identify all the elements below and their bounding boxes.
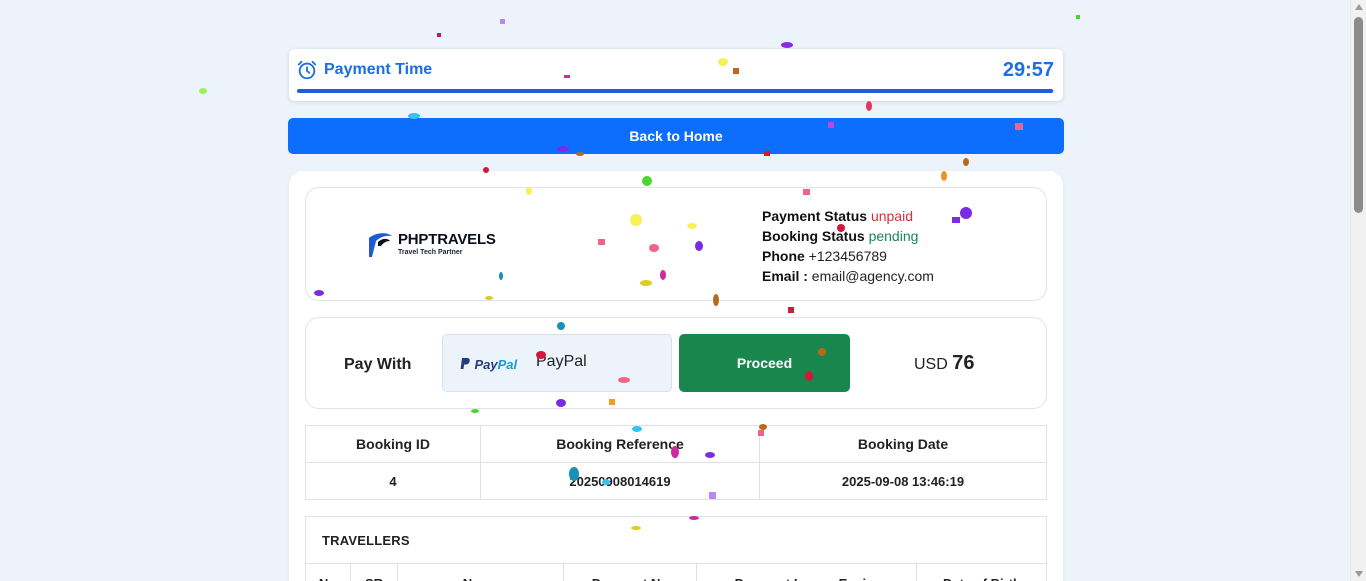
paypal-logo-text-a: Pay bbox=[474, 357, 498, 372]
payment-amount: USD 76 bbox=[914, 352, 974, 375]
paypal-option[interactable]: PayPal PayPal bbox=[442, 334, 672, 392]
booking-id-header: Booking ID bbox=[305, 425, 481, 463]
travellers-col-name: Name bbox=[397, 564, 563, 581]
paypal-logo-text-b: Pal bbox=[497, 357, 518, 372]
payment-timer-card: Payment Time 29:57 bbox=[289, 49, 1063, 101]
brand-mark-icon bbox=[369, 233, 392, 257]
payment-box: Pay With PayPal PayPal Proceed USD 76 bbox=[305, 317, 1047, 409]
scroll-down-arrow-icon[interactable] bbox=[1355, 571, 1363, 577]
travellers-title: TRAVELLERS bbox=[322, 533, 410, 548]
travellers-header-row: No SR Name Passport No Passport Issue - … bbox=[305, 563, 1047, 581]
phone-row: Phone +123456789 bbox=[762, 246, 934, 266]
payment-status-row: Payment Status unpaid bbox=[762, 206, 934, 226]
scroll-up-arrow-icon[interactable] bbox=[1355, 4, 1363, 10]
payment-status-label: Payment Status bbox=[762, 208, 868, 224]
payment-status-value: unpaid bbox=[870, 208, 913, 224]
booking-details-table: Booking ID Booking Reference Booking Dat… bbox=[305, 425, 1047, 500]
alarm-clock-icon bbox=[297, 60, 317, 80]
email-label: Email : bbox=[762, 268, 808, 284]
booking-status-label: Booking Status bbox=[762, 228, 865, 244]
timer-progress-track bbox=[297, 89, 1055, 93]
email-row: Email : email@agency.com bbox=[762, 266, 934, 286]
booking-date-cell: 2025-09-08 13:46:19 bbox=[759, 462, 1047, 500]
travellers-col-date-of-birth: Date of Birth bbox=[916, 564, 1047, 581]
booking-info-box: PHPTRAVELS Travel Tech Partner Payment S… bbox=[305, 187, 1047, 301]
brand-tagline: Travel Tech Partner bbox=[398, 249, 463, 256]
paypal-method-label: PayPal bbox=[536, 353, 587, 370]
phone-value: +123456789 bbox=[808, 248, 887, 264]
pay-with-label: Pay With bbox=[344, 356, 412, 373]
travellers-col-sr: SR bbox=[350, 564, 397, 581]
amount-value: 76 bbox=[952, 352, 975, 374]
phone-label: Phone bbox=[762, 248, 805, 264]
proceed-button[interactable]: Proceed bbox=[679, 334, 850, 392]
currency-code: USD bbox=[914, 356, 948, 373]
brand-name: PHPTRAVELS bbox=[398, 231, 496, 248]
vertical-scrollbar[interactable] bbox=[1350, 0, 1366, 581]
booking-date-header: Booking Date bbox=[759, 425, 1047, 463]
paypal-logo-icon: PayPal bbox=[460, 356, 517, 372]
travellers-col-no: No bbox=[305, 564, 350, 581]
travellers-col-passport-no: Passport No bbox=[563, 564, 696, 581]
booking-id-cell: 4 bbox=[305, 462, 481, 500]
booking-reference-header: Booking Reference bbox=[480, 425, 760, 463]
timer-progress-fill bbox=[297, 89, 1054, 93]
table-header-row: Booking ID Booking Reference Booking Dat… bbox=[305, 425, 1047, 463]
booking-status-list: Payment Status unpaid Booking Status pen… bbox=[762, 206, 934, 286]
email-value: email@agency.com bbox=[811, 268, 934, 284]
travellers-section: TRAVELLERS No SR Name Passport No Passpo… bbox=[305, 516, 1047, 581]
table-row: 4 20250908014619 2025-09-08 13:46:19 bbox=[305, 462, 1047, 500]
booking-status-row: Booking Status pending bbox=[762, 226, 934, 246]
booking-status-value: pending bbox=[868, 228, 919, 244]
payment-time-title: Payment Time bbox=[324, 61, 433, 78]
travellers-col-passport-issue-expiry: Passport Issue - Expiry bbox=[696, 564, 916, 581]
back-to-home-button[interactable]: Back to Home bbox=[288, 118, 1064, 154]
booking-reference-cell: 20250908014619 bbox=[480, 462, 760, 500]
scrollbar-thumb[interactable] bbox=[1354, 17, 1363, 213]
countdown-time: 29:57 bbox=[1002, 59, 1054, 81]
phptravels-logo: PHPTRAVELS Travel Tech Partner bbox=[366, 228, 506, 262]
